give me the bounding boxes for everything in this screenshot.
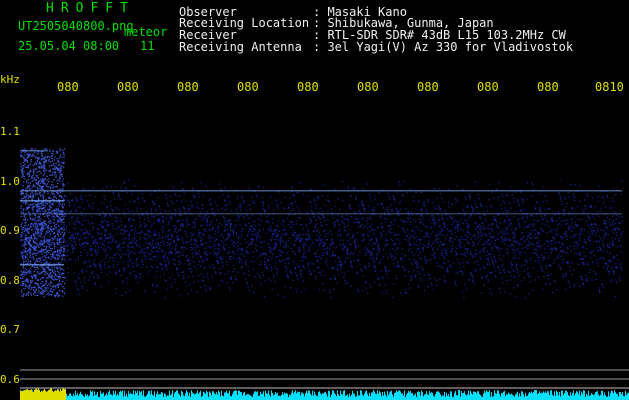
spectrogram-plot: kHz 1.1 1.0 0.9 0.8 0.7 0.6 080 080 080 … xyxy=(0,73,629,400)
x-tick-label: 080 xyxy=(237,80,259,94)
x-tick-label: 080 xyxy=(297,80,319,94)
y-tick-label: 0.7 xyxy=(0,323,20,336)
x-tick-label: 080 xyxy=(477,80,499,94)
y-tick-label: 1.0 xyxy=(0,175,20,188)
x-tick-label: 080 xyxy=(57,80,79,94)
y-tick-label: 1.1 xyxy=(0,125,20,138)
y-tick-label: 0.6 xyxy=(0,373,20,386)
y-tick-label: 0.9 xyxy=(0,224,20,237)
baseline-noise xyxy=(20,388,629,400)
carrier-streak xyxy=(20,213,622,215)
y-axis-unit: kHz xyxy=(0,73,20,86)
x-axis: 080 080 080 080 080 080 080 080 080 0810 xyxy=(57,80,624,94)
carrier-streak xyxy=(20,150,48,152)
carrier-streak xyxy=(20,200,64,202)
x-tick-label: 080 xyxy=(117,80,139,94)
x-tick-label: 080 xyxy=(357,80,379,94)
spectrogram-signal xyxy=(20,148,624,299)
x-tick-label: 080 xyxy=(417,80,439,94)
baseline-strip xyxy=(20,390,629,400)
baseline-spike xyxy=(20,388,66,400)
y-axis: kHz 1.1 1.0 0.9 0.8 0.7 0.6 xyxy=(0,73,20,386)
carrier-streak xyxy=(20,264,64,266)
noise-band xyxy=(20,178,624,299)
x-tick-label: 080 xyxy=(177,80,199,94)
carrier-streak xyxy=(20,190,622,192)
x-tick-label: 080 xyxy=(537,80,559,94)
x-tick-label: 0810 xyxy=(595,80,624,94)
y-tick-label: 0.8 xyxy=(0,274,20,287)
meteor-burst xyxy=(20,148,66,298)
